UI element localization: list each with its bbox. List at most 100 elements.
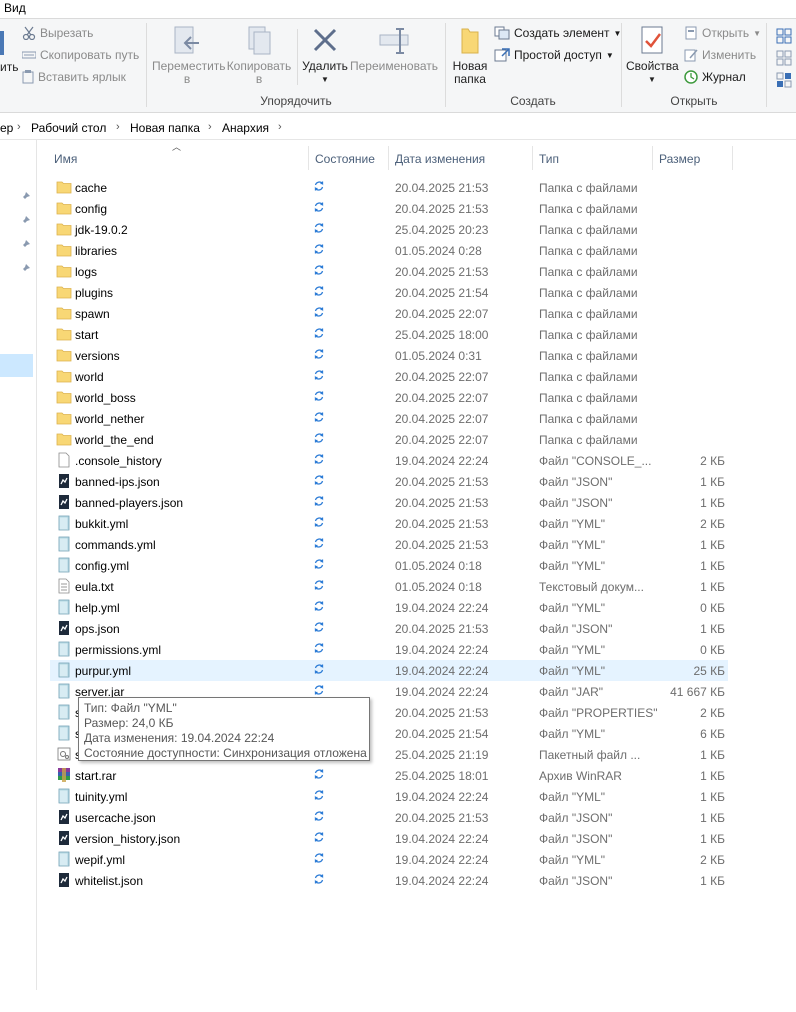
easy-access-button[interactable]: Простой доступ ▼ xyxy=(494,48,614,62)
file-row[interactable]: purpur.yml 19.04.2024 22:24 Файл "YML" 25 К… xyxy=(50,660,728,681)
file-row[interactable]: commands.yml 20.04.2025 21:53 Файл "YML" 1 … xyxy=(50,534,728,555)
breadcrumb-item[interactable]: Анархия xyxy=(222,121,269,135)
column-header-size[interactable]: Размер xyxy=(659,152,700,166)
file-row[interactable]: world_the_end 20.04.2025 22:07 Папка с фай… xyxy=(50,429,728,450)
file-row[interactable]: bukkit.yml 20.04.2025 21:53 Файл "YML" 2 КБ xyxy=(50,513,728,534)
file-size: 41 667 КБ xyxy=(670,685,725,699)
file-type: Папка с файлами xyxy=(539,349,638,363)
chevron-right-icon[interactable]: › xyxy=(278,121,282,133)
navigation-pane[interactable] xyxy=(0,140,37,990)
file-row[interactable]: plugins 20.04.2025 21:54 Папка с файлами xyxy=(50,282,728,303)
file-row[interactable]: ops.json 20.04.2025 21:53 Файл "JSON" 1 КБ xyxy=(50,618,728,639)
file-row[interactable]: help.yml 19.04.2024 22:24 Файл "YML" 0 КБ xyxy=(50,597,728,618)
file-date: 20.04.2025 22:07 xyxy=(395,433,489,447)
chevron-right-icon[interactable]: › xyxy=(208,121,212,133)
file-row[interactable]: versions 01.05.2024 0:31 Папка с файлами xyxy=(50,345,728,366)
file-row[interactable]: banned-players.json 20.04.2025 21:53 Файл … xyxy=(50,492,728,513)
delete-button[interactable]: Удалить ▼ xyxy=(302,25,348,86)
sync-pending-icon xyxy=(314,433,324,443)
file-row[interactable]: world 20.04.2025 22:07 Папка с файлами xyxy=(50,366,728,387)
file-type: Папка с файлами xyxy=(539,202,638,216)
breadcrumb-item[interactable]: Рабочий стол xyxy=(31,121,106,135)
file-row[interactable]: version_history.json 19.04.2024 22:24 Файл… xyxy=(50,828,728,849)
file-row[interactable]: usercache.json 20.04.2025 21:53 Файл "JSON… xyxy=(50,807,728,828)
file-row[interactable]: config 20.04.2025 21:53 Папка с файлами xyxy=(50,198,728,219)
file-name: versions xyxy=(75,349,120,363)
new-folder-button[interactable]: Новая папка xyxy=(450,25,490,86)
file-name: libraries xyxy=(75,244,118,258)
file-row[interactable]: logs 20.04.2025 21:53 Папка с файлами xyxy=(50,261,728,282)
nav-selected-item[interactable] xyxy=(0,354,33,377)
column-header-type[interactable]: Тип xyxy=(539,152,559,166)
file-type: Файл "JSON" xyxy=(539,475,613,489)
file-row[interactable]: world_nether 20.04.2025 22:07 Папка с файл… xyxy=(50,408,728,429)
rename-button[interactable]: Переименовать xyxy=(350,25,438,73)
breadcrumb-partial[interactable]: ер xyxy=(0,121,13,135)
file-name: spawn xyxy=(75,307,110,321)
file-size: 1 КБ xyxy=(700,874,725,888)
open-button[interactable]: Открыть ▼ xyxy=(684,26,761,40)
sync-pending-icon xyxy=(314,328,324,338)
column-header-status[interactable]: Состояние xyxy=(315,152,375,166)
file-row[interactable]: config.yml 01.05.2024 0:18 Файл "YML" 1 КБ xyxy=(50,555,728,576)
pin-icon[interactable] xyxy=(20,216,30,226)
new-item-button[interactable]: Создать элемент ▼ xyxy=(494,26,621,40)
cut-button[interactable]: Вырезать xyxy=(22,26,93,40)
paste-shortcut-button[interactable]: Вставить ярлык xyxy=(22,70,126,84)
rename-icon xyxy=(379,28,409,54)
sync-pending-icon xyxy=(314,517,324,527)
file-row[interactable]: spawn 20.04.2025 22:07 Папка с файлами xyxy=(50,303,728,324)
file-row[interactable]: whitelist.json 19.04.2024 22:24 Файл "JSON… xyxy=(50,870,728,891)
file-row[interactable]: start 25.04.2025 18:00 Папка с файлами xyxy=(50,324,728,345)
pin-icon[interactable] xyxy=(20,192,30,202)
sync-pending-icon xyxy=(314,412,324,422)
file-type: Файл "YML" xyxy=(539,790,606,804)
ribbon-tabs: Вид xyxy=(0,0,796,19)
file-size: 1 КБ xyxy=(700,622,725,636)
file-row[interactable]: banned-ips.json 20.04.2025 21:53 Файл "JSO… xyxy=(50,471,728,492)
pin-icon[interactable] xyxy=(20,264,30,274)
file-row[interactable]: eula.txt 01.05.2024 0:18 Текстовый докум..… xyxy=(50,576,728,597)
select-all-icon[interactable] xyxy=(776,28,792,88)
file-date: 20.04.2025 21:53 xyxy=(395,181,489,195)
file-name: logs xyxy=(75,265,98,279)
tab-view[interactable]: Вид xyxy=(4,1,26,15)
file-row[interactable]: .console_history 19.04.2024 22:24 Файл "CO… xyxy=(50,450,728,471)
file-name: .console_history xyxy=(75,454,162,468)
file-date: 19.04.2024 22:24 xyxy=(395,790,489,804)
file-date: 20.04.2025 22:07 xyxy=(395,391,489,405)
breadcrumb-item[interactable]: Новая папка xyxy=(130,121,200,135)
new-item-label: Создать элемент xyxy=(514,26,610,40)
file-date: 01.05.2024 0:28 xyxy=(395,244,482,258)
sync-pending-icon xyxy=(314,790,324,800)
file-row[interactable]: wepif.yml 19.04.2024 22:24 Файл "YML" 2 КБ xyxy=(50,849,728,870)
properties-button[interactable]: Свойства ▼ xyxy=(626,25,679,86)
file-row[interactable]: world_boss 20.04.2025 22:07 Папка с файлам… xyxy=(50,387,728,408)
column-header-date[interactable]: Дата изменения xyxy=(395,152,485,166)
chevron-right-icon[interactable]: › xyxy=(17,121,21,133)
column-header-name[interactable]: Имя xyxy=(54,152,77,166)
file-row[interactable]: cache 20.04.2025 21:53 Папка с файлами xyxy=(50,177,728,198)
file-type: Файл "YML" xyxy=(539,517,606,531)
paste-button-partial[interactable]: ить xyxy=(0,61,18,74)
yml-file-icon xyxy=(58,599,70,615)
file-type: Файл "JSON" xyxy=(539,874,613,888)
edit-button[interactable]: Изменить xyxy=(684,48,756,62)
history-button[interactable]: Журнал xyxy=(684,70,746,84)
file-row[interactable]: libraries 01.05.2024 0:28 Папка с файлами xyxy=(50,240,728,261)
chevron-right-icon[interactable]: › xyxy=(116,121,120,133)
file-row[interactable]: tuinity.yml 19.04.2024 22:24 Файл "YML" 1 К… xyxy=(50,786,728,807)
sync-pending-icon xyxy=(314,223,324,233)
move-to-button[interactable]: Переместить в xyxy=(152,25,226,86)
json-file-icon xyxy=(59,621,69,635)
file-row[interactable]: permissions.yml 19.04.2024 22:24 Файл "YML… xyxy=(50,639,728,660)
copy-path-button[interactable]: Скопировать путь xyxy=(22,48,139,62)
json-file-icon xyxy=(59,810,69,824)
pin-icon[interactable] xyxy=(20,240,30,250)
file-row[interactable]: jdk-19.0.2 25.04.2025 20:23 Папка с файлам… xyxy=(50,219,728,240)
file-type: Файл "JAR" xyxy=(539,685,604,699)
copy-to-button[interactable]: Копировать в xyxy=(226,25,292,86)
file-row[interactable]: start.rar 25.04.2025 18:01 Архив WinRAR 1 К… xyxy=(50,765,728,786)
file-type: Файл "YML" xyxy=(539,664,606,678)
yml-file-icon xyxy=(58,536,70,552)
